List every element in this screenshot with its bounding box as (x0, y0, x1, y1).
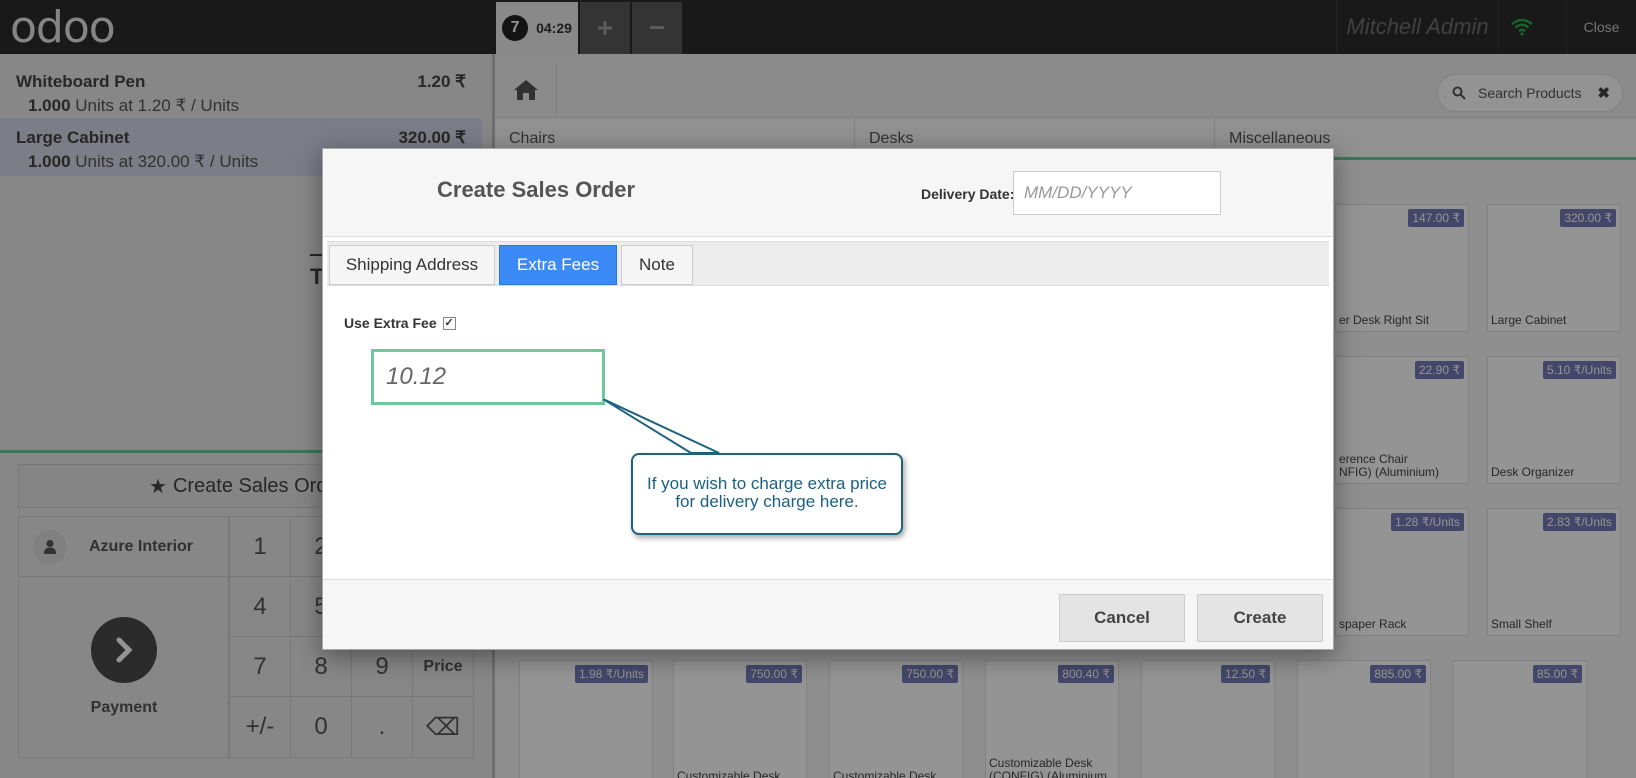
extra-fee-tooltip: If you wish to charge extra price for de… (631, 453, 903, 535)
tooltip-line: for delivery charge here. (675, 492, 859, 511)
pos-app: odoo 7 04:29 + − Mitchell Admin Close Wh… (0, 0, 1636, 778)
tooltip-line: If you wish to charge extra price (646, 474, 887, 493)
dialog-header: Create Sales Order Delivery Date: MM/DD/… (323, 149, 1333, 237)
cancel-button[interactable]: Cancel (1059, 594, 1185, 642)
use-extra-fee-label: Use Extra Fee (344, 315, 437, 331)
tab-extra-fees[interactable]: Extra Fees (499, 245, 617, 285)
create-button[interactable]: Create (1197, 594, 1323, 642)
dialog-title: Create Sales Order (437, 177, 636, 202)
dialog-footer: Cancel Create (323, 579, 1333, 649)
create-sales-order-dialog: Create Sales Order Delivery Date: MM/DD/… (322, 148, 1334, 650)
delivery-date-input[interactable]: MM/DD/YYYY (1013, 171, 1221, 215)
use-extra-fee-row: Use Extra Fee ✓ (344, 315, 456, 331)
tooltip-pointer (603, 399, 720, 454)
tab-note[interactable]: Note (621, 245, 693, 285)
tab-shipping-address[interactable]: Shipping Address (329, 245, 495, 285)
extra-fee-input[interactable]: 10.12 (371, 349, 605, 405)
delivery-date-label: Delivery Date: (921, 186, 1015, 202)
use-extra-fee-checkbox[interactable]: ✓ (442, 316, 456, 330)
dialog-tabs: Shipping Address Extra Fees Note (327, 241, 1329, 286)
